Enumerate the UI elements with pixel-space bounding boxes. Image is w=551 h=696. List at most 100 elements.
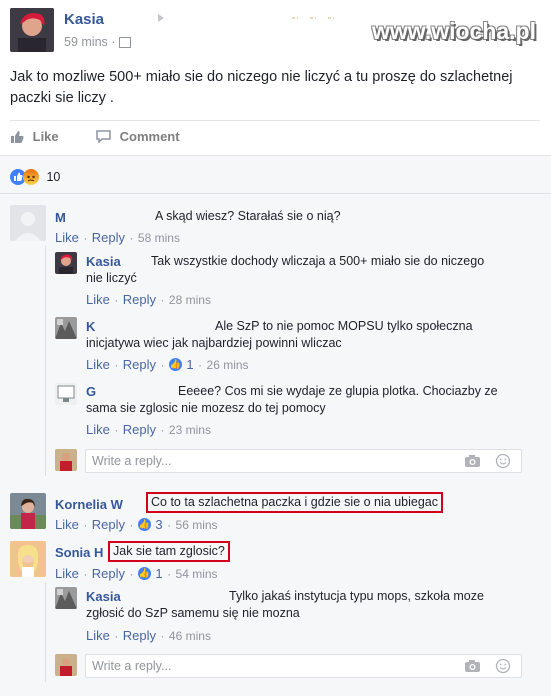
separator: · bbox=[114, 293, 119, 307]
comment-reply-link[interactable]: Reply bbox=[123, 628, 156, 643]
play-arrow-icon bbox=[158, 14, 164, 22]
commenter-avatar[interactable] bbox=[10, 205, 46, 241]
separator: · bbox=[129, 518, 134, 532]
watermark-logo: www.wiocha.pl bbox=[372, 18, 536, 44]
like-count: 3 bbox=[155, 517, 163, 532]
comment-actions: Like · Reply · 58 mins bbox=[55, 229, 180, 247]
comment-label: Comment bbox=[119, 129, 180, 144]
comment-author[interactable]: Sonia H bbox=[55, 545, 103, 560]
comment-author[interactable]: Kornelia W bbox=[55, 497, 123, 512]
comment-text: Co to ta szlachetna paczka i gdzie sie o… bbox=[146, 492, 443, 513]
commenter-avatar[interactable] bbox=[55, 252, 77, 274]
comment-text: A skąd wiesz? Starałaś sie o nią? bbox=[155, 209, 341, 223]
my-avatar bbox=[55, 449, 77, 471]
like-count-badge[interactable]: 👍 1 bbox=[168, 356, 194, 373]
comment-reply-link[interactable]: Reply bbox=[92, 566, 125, 581]
comment-text: Jak sie tam zglosic? bbox=[108, 541, 230, 562]
separator: · bbox=[83, 518, 88, 532]
commenter-avatar[interactable] bbox=[55, 587, 77, 609]
like-count: 1 bbox=[155, 566, 163, 581]
comment-text: Eeeee? Cos mi sie wydaje ze glupia plotk… bbox=[86, 384, 498, 415]
separator: · bbox=[83, 567, 88, 581]
like-button[interactable]: Like bbox=[10, 129, 59, 144]
commenter-avatar[interactable] bbox=[10, 541, 46, 577]
comment-reply-link[interactable]: Reply bbox=[92, 517, 125, 532]
comment-time[interactable]: 56 mins bbox=[176, 518, 218, 532]
thread-line bbox=[45, 246, 46, 476]
comment-like-link[interactable]: Like bbox=[86, 422, 110, 437]
comment-actions: Like · Reply · 46 mins bbox=[86, 627, 211, 645]
separator: · bbox=[114, 358, 119, 372]
post-text: Jak to mozliwe 500+ miało sie do niczego… bbox=[10, 69, 513, 106]
comment-like-link[interactable]: Like bbox=[55, 517, 79, 532]
comment-like-link[interactable]: Like bbox=[55, 230, 79, 245]
like-count-badge[interactable]: 👍 3 bbox=[137, 516, 163, 533]
post-time-text: 59 mins bbox=[64, 35, 108, 49]
comment-like-link[interactable]: Like bbox=[86, 628, 110, 643]
separator: · bbox=[83, 231, 88, 245]
comment-time[interactable]: 54 mins bbox=[176, 567, 218, 581]
commenter-avatar[interactable] bbox=[55, 317, 77, 339]
my-avatar bbox=[55, 654, 77, 676]
comment-time[interactable]: 46 mins bbox=[169, 629, 211, 643]
comment-like-link[interactable]: Like bbox=[86, 357, 110, 372]
comment-text: Tak wszystkie dochody wliczaja a 500+ mi… bbox=[86, 254, 485, 285]
speech-bubble-icon bbox=[96, 130, 111, 144]
reaction-count: 10 bbox=[46, 169, 61, 184]
separator: · bbox=[160, 629, 165, 643]
separator: · bbox=[198, 358, 203, 372]
comment-reply-link[interactable]: Reply bbox=[92, 230, 125, 245]
commenter-avatar[interactable] bbox=[10, 493, 46, 529]
emoji-icon[interactable] bbox=[495, 453, 511, 474]
angry-reaction-icon bbox=[23, 168, 39, 185]
comment-text: Tylko jakaś instytucja typu mops, szkoła… bbox=[86, 589, 484, 620]
emoji-icon[interactable] bbox=[495, 658, 511, 679]
comment-time[interactable]: 23 mins bbox=[169, 423, 211, 437]
audience-icon bbox=[118, 37, 131, 49]
like-label: Like bbox=[32, 129, 59, 144]
separator: · bbox=[160, 293, 165, 307]
separator: · bbox=[160, 358, 165, 372]
comment-actions: Like · Reply · 28 mins bbox=[86, 291, 211, 309]
chevron-down-icon[interactable] bbox=[290, 12, 340, 22]
camera-icon[interactable] bbox=[464, 454, 481, 473]
reply-placeholder: Write a reply... bbox=[92, 659, 172, 673]
comment-reply-link[interactable]: Reply bbox=[123, 357, 156, 372]
thumbs-up-icon: 👍 bbox=[137, 567, 151, 581]
comment-reply-link[interactable]: Reply bbox=[123, 422, 156, 437]
avatar-image bbox=[10, 8, 54, 52]
reactions-summary[interactable]: 10 bbox=[10, 168, 61, 185]
thumbs-up-icon: 👍 bbox=[168, 358, 182, 372]
separator: · bbox=[167, 567, 172, 581]
post-timestamp[interactable]: 59 mins · bbox=[64, 35, 131, 49]
separator: · bbox=[167, 518, 172, 532]
post-author-name[interactable]: Kasia bbox=[64, 11, 104, 28]
post-author-avatar[interactable] bbox=[10, 8, 54, 52]
comment-actions: Like · Reply · 23 mins bbox=[86, 421, 211, 439]
comment-author[interactable]: M bbox=[55, 210, 66, 225]
reply-input[interactable]: Write a reply... bbox=[85, 449, 522, 473]
thread-line bbox=[45, 582, 46, 682]
comment-time[interactable]: 28 mins bbox=[169, 293, 211, 307]
separator: · bbox=[114, 423, 119, 437]
camera-icon[interactable] bbox=[464, 659, 481, 678]
divider bbox=[0, 193, 551, 194]
reply-placeholder: Write a reply... bbox=[92, 454, 172, 468]
separator: · bbox=[129, 231, 134, 245]
comment-button[interactable]: Comment bbox=[96, 129, 180, 144]
like-count: 1 bbox=[186, 357, 194, 372]
comment-like-link[interactable]: Like bbox=[55, 566, 79, 581]
reply-input[interactable]: Write a reply... bbox=[85, 654, 522, 678]
comment-actions: Like · Reply · 👍 3 · 56 mins bbox=[55, 516, 218, 534]
comment-time[interactable]: 26 mins bbox=[207, 358, 249, 372]
comment-like-link[interactable]: Like bbox=[86, 292, 110, 307]
comment-time[interactable]: 58 mins bbox=[138, 231, 180, 245]
comment-actions: Like · Reply · 👍 1 · 54 mins bbox=[55, 565, 218, 583]
separator: · bbox=[114, 629, 119, 643]
separator: · bbox=[129, 567, 134, 581]
like-count-badge[interactable]: 👍 1 bbox=[137, 565, 163, 582]
comment-actions: Like · Reply · 👍 1 · 26 mins bbox=[86, 356, 249, 374]
comment-text: Ale SzP to nie pomoc MOPSU tylko społecz… bbox=[86, 319, 473, 350]
commenter-avatar[interactable] bbox=[55, 383, 77, 405]
comment-reply-link[interactable]: Reply bbox=[123, 292, 156, 307]
